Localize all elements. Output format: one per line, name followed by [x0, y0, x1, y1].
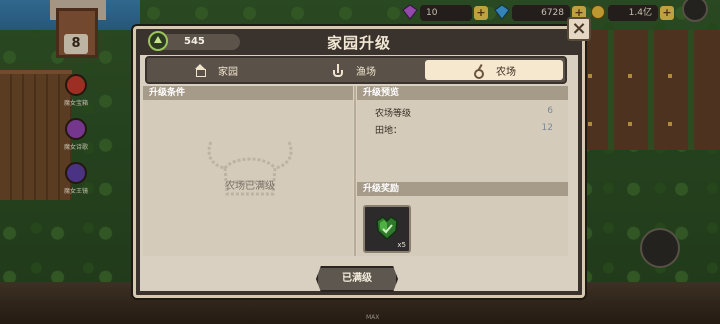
fishing-hook-icon [332, 64, 344, 77]
close-icon: × [571, 18, 587, 39]
reward-item[interactable]: x5 [363, 205, 411, 253]
preview-row: 田地： 12 [375, 123, 553, 137]
preview-value: 12 [541, 123, 553, 133]
preview-label: 田地： [375, 126, 403, 136]
tab-home[interactable]: 家园 [147, 58, 285, 82]
tab-label: 农场 [496, 66, 516, 78]
requirements-header: 升级条件 [143, 86, 353, 100]
max-level-button[interactable]: 已满级 [316, 266, 398, 292]
upgrade-tabs: 家园 渔场 农场 [145, 56, 567, 84]
home-icon [194, 64, 206, 77]
score-value: 545 [184, 36, 205, 47]
section-divider [354, 86, 356, 256]
preview-label: 农场等级 [375, 109, 412, 119]
rewards-header: 升级奖励 [357, 182, 568, 196]
upgrade-arrow-icon [148, 31, 168, 51]
preview-row: 农场等级 6 [375, 106, 553, 120]
prosperity-score: 545 [148, 31, 240, 51]
preview-header: 升级预览 [357, 86, 568, 100]
green-gem-icon [376, 216, 398, 241]
preview-value: 6 [547, 106, 553, 116]
tab-farm[interactable]: 农场 [425, 60, 563, 80]
tab-fishery[interactable]: 渔场 [285, 58, 423, 82]
tab-label: 渔场 [356, 66, 376, 78]
max-level-text: 农场已满级 [225, 181, 275, 192]
tab-label: 家园 [218, 66, 238, 78]
shovel-icon [472, 64, 484, 79]
reward-count: x5 [397, 241, 406, 249]
viking-helmet-watermark-icon [207, 141, 293, 196]
close-button[interactable]: × [567, 17, 591, 41]
